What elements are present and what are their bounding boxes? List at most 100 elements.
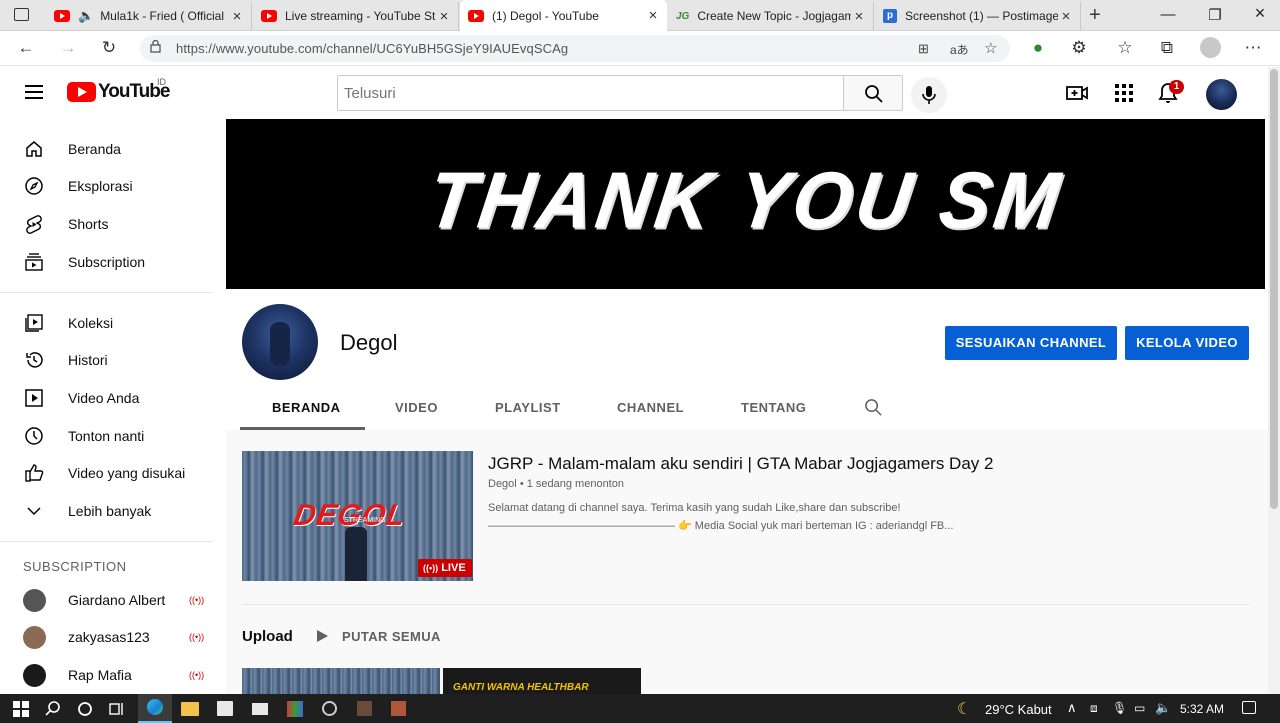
tab-video[interactable]: VIDEO xyxy=(395,400,438,415)
browser-tab-strip: 🔈 Mula1k - Fried ( Official × Live strea… xyxy=(0,0,1280,31)
tab-actions-icon[interactable] xyxy=(14,8,29,21)
subscription-item[interactable]: zakyasas123 ((•)) xyxy=(0,618,226,656)
upload-thumbnail[interactable] xyxy=(242,668,440,694)
forward-icon[interactable]: → xyxy=(57,38,79,58)
subscription-item[interactable]: Rap Mafia ((•)) xyxy=(0,656,226,694)
sidebar-item-lebih-banyak[interactable]: Lebih banyak xyxy=(0,492,226,530)
extensions-icon[interactable]: ⚙ xyxy=(1068,38,1090,58)
app-available-icon[interactable]: ⊞ xyxy=(918,41,929,57)
close-tab-icon[interactable]: × xyxy=(1058,8,1074,25)
volume-icon[interactable]: 🔈 xyxy=(1155,700,1171,716)
search-input[interactable] xyxy=(338,76,843,110)
address-bar[interactable]: https://www.youtube.com/channel/UC6YuBH5… xyxy=(140,35,1010,62)
voice-search-button[interactable] xyxy=(911,77,947,113)
taskbar-clock[interactable]: 5:32 AM xyxy=(1180,702,1224,716)
weather-widget[interactable]: 29°C Kabut xyxy=(985,702,1052,717)
channel-avatar[interactable] xyxy=(242,304,318,380)
subscription-heading: SUBSCRIPTION xyxy=(23,559,127,574)
sidebar-item-video-anda[interactable]: Video Anda xyxy=(0,379,226,417)
manage-videos-button[interactable]: KELOLA VIDEO xyxy=(1125,326,1249,360)
favorites-icon[interactable]: ☆ xyxy=(1114,38,1136,58)
sidebar-item-shorts[interactable]: Shorts xyxy=(0,205,226,243)
browser-tab-active[interactable]: (1) Degol - YouTube × xyxy=(460,0,667,31)
create-video-icon[interactable] xyxy=(1065,81,1089,105)
task-view-icon[interactable] xyxy=(108,700,126,718)
youtube-logo[interactable]: YouTube ID xyxy=(67,77,170,103)
collections-icon[interactable]: ⧉ xyxy=(1156,38,1178,58)
favorite-add-icon[interactable]: ☆ xyxy=(984,39,997,57)
store-icon[interactable] xyxy=(217,701,233,716)
scrollbar-thumb[interactable] xyxy=(1270,69,1278,509)
history-icon xyxy=(26,352,43,368)
new-tab-icon[interactable]: + xyxy=(1089,4,1101,27)
lock-icon[interactable] xyxy=(150,39,161,53)
tab-playlist[interactable]: PLAYLIST xyxy=(495,400,561,415)
sidebar-item-label: Shorts xyxy=(68,216,109,232)
extension-globe-icon[interactable]: ● xyxy=(1027,38,1049,58)
browser-tab[interactable]: p Screenshot (1) — Postimages × xyxy=(875,2,1081,30)
channel-search-icon[interactable] xyxy=(864,398,883,417)
search-button[interactable] xyxy=(843,75,903,111)
tab-tentang[interactable]: TENTANG xyxy=(741,400,806,415)
thumbnail-text: GANTI WARNA HEALTHBAR xyxy=(453,682,589,693)
url-text[interactable]: https://www.youtube.com/channel/UC6YuBH5… xyxy=(176,41,568,56)
profile-icon[interactable] xyxy=(1200,37,1221,58)
sidebar-item-eksplorasi[interactable]: Eksplorasi xyxy=(0,167,226,205)
featured-video-title[interactable]: JGRP - Malam-malam aku sendiri | GTA Mab… xyxy=(488,454,993,474)
upload-thumbnail[interactable]: GANTI WARNA HEALTHBAR xyxy=(443,668,641,694)
account-avatar[interactable] xyxy=(1206,79,1237,110)
minimize-icon[interactable]: — xyxy=(1158,6,1178,23)
customize-channel-button[interactable]: SESUAIKAN CHANNEL xyxy=(945,326,1117,360)
more-options-icon[interactable]: ⋯ xyxy=(1242,38,1264,58)
read-aloud-icon[interactable]: aあ xyxy=(950,41,969,58)
sidebar-item-histori[interactable]: Histori xyxy=(0,341,226,379)
video-channel-name[interactable]: Degol xyxy=(488,478,517,490)
close-tab-icon[interactable]: × xyxy=(229,8,245,25)
tray-chevron-icon[interactable]: ∧ xyxy=(1067,700,1077,716)
sidebar-item-subscription[interactable]: Subscription xyxy=(0,243,226,281)
play-all-icon[interactable] xyxy=(317,630,328,642)
apps-grid-icon[interactable] xyxy=(1112,81,1136,105)
browser-tab[interactable]: Live streaming - YouTube Stu × xyxy=(253,2,459,30)
restore-icon[interactable]: ❐ xyxy=(1205,6,1225,24)
mail-icon[interactable] xyxy=(252,703,268,715)
search-box[interactable] xyxy=(337,75,844,111)
menu-icon[interactable] xyxy=(25,85,43,99)
subscription-avatar xyxy=(23,588,46,612)
app-icon[interactable] xyxy=(287,701,303,717)
cortana-icon[interactable] xyxy=(76,700,94,718)
close-tab-icon[interactable]: × xyxy=(645,7,661,24)
file-explorer-icon[interactable] xyxy=(181,702,199,716)
refresh-icon[interactable]: ↻ xyxy=(98,38,120,58)
network-icon[interactable]: ▭ xyxy=(1134,701,1145,715)
close-tab-icon[interactable]: × xyxy=(851,8,867,25)
play-all-button[interactable]: PUTAR SEMUA xyxy=(342,629,441,644)
close-tab-icon[interactable]: × xyxy=(436,8,452,25)
postimages-favicon-icon: p xyxy=(883,9,897,23)
channel-banner: THANK YOU SM xyxy=(226,119,1265,289)
sidebar-item-video-disukai[interactable]: Video yang disukai xyxy=(0,454,226,492)
sidebar-item-tonton-nanti[interactable]: Tonton nanti xyxy=(0,417,226,455)
live-icon: ((•)) xyxy=(189,670,205,680)
tab-channel[interactable]: CHANNEL xyxy=(617,400,684,415)
weather-icon[interactable]: ☾ xyxy=(957,699,971,719)
notification-center-icon[interactable] xyxy=(1242,701,1256,714)
uploads-heading[interactable]: Upload xyxy=(242,628,293,645)
close-window-icon[interactable]: × xyxy=(1250,3,1270,24)
windows-start-icon[interactable] xyxy=(12,700,30,718)
browser-tab[interactable]: 🔈 Mula1k - Fried ( Official × xyxy=(46,2,252,30)
app-icon[interactable] xyxy=(391,701,406,716)
subscription-item[interactable]: Giardano Albert ((•)) xyxy=(0,581,226,619)
tray-app-icon[interactable]: ⧈ xyxy=(1090,701,1098,716)
back-icon[interactable]: ← xyxy=(15,38,37,58)
tab-beranda[interactable]: BERANDA xyxy=(272,400,341,415)
browser-tab[interactable]: JG Create New Topic - Jogjagam × xyxy=(668,2,874,30)
speaker-icon[interactable]: 🔈 xyxy=(78,8,94,24)
app-icon[interactable] xyxy=(357,701,372,716)
search-icon[interactable] xyxy=(44,700,62,718)
sidebar-item-koleksi[interactable]: Koleksi xyxy=(0,304,226,342)
youtube-play-icon xyxy=(67,82,96,102)
sidebar-item-beranda[interactable]: Beranda xyxy=(0,130,226,168)
app-icon[interactable] xyxy=(322,701,337,716)
microphone-tray-icon[interactable]: 🎙 xyxy=(1112,701,1127,715)
